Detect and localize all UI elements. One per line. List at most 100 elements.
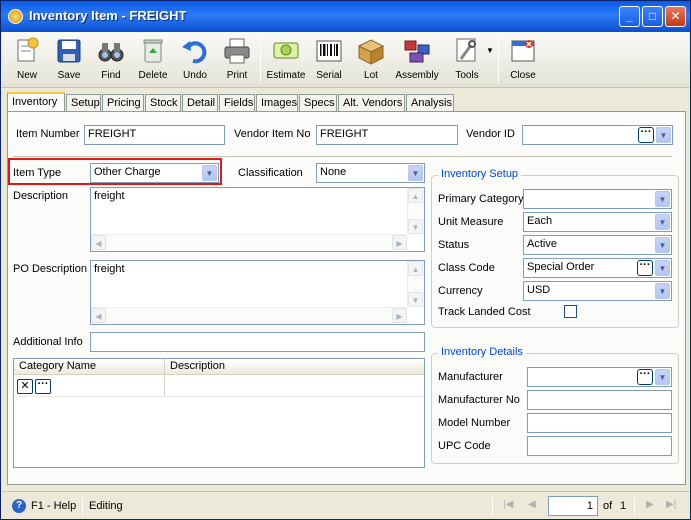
barcode-icon: [316, 40, 342, 62]
primary-category-label: Primary Category: [438, 193, 524, 205]
delete-button[interactable]: Delete: [132, 34, 174, 86]
po-description-vscroll[interactable]: ▲ ▼: [407, 261, 424, 307]
manufacturer-label: Manufacturer: [438, 371, 503, 383]
close-window-button[interactable]: ✕: [665, 6, 686, 27]
divider: [13, 156, 672, 157]
tools-button[interactable]: Tools: [446, 34, 488, 86]
vendor-id-lookup-button[interactable]: ···: [638, 127, 654, 143]
assembly-button[interactable]: Assembly: [394, 34, 440, 86]
tab-fields[interactable]: Fields: [219, 94, 255, 112]
undo-button[interactable]: Undo: [174, 34, 216, 86]
chevron-down-icon[interactable]: ▼: [202, 165, 217, 181]
currency-label: Currency: [438, 285, 483, 297]
previous-record-icon[interactable]: ◀: [528, 499, 536, 510]
scroll-down-icon[interactable]: ▼: [408, 219, 423, 234]
print-button[interactable]: Print: [216, 34, 258, 86]
category-grid[interactable]: Category Name Description ✕ ···: [13, 358, 425, 468]
status-bar: ? F1 - Help Editing |◀ ◀ 1 of 1 ▶ ▶|: [2, 491, 689, 519]
model-number-input[interactable]: [527, 413, 672, 433]
title-bar[interactable]: Inventory Item - FREIGHT _ □ ✕: [1, 1, 690, 32]
tab-pricing[interactable]: Pricing: [102, 94, 144, 112]
track-landed-cost-checkbox[interactable]: [564, 305, 577, 318]
scroll-up-icon[interactable]: ▲: [408, 261, 423, 276]
first-record-icon[interactable]: |◀: [503, 499, 513, 510]
description-textarea[interactable]: freight ▲ ▼ ◀ ▶: [90, 187, 425, 252]
chevron-down-icon[interactable]: ▼: [655, 214, 670, 230]
upc-code-input[interactable]: [527, 436, 672, 456]
scroll-down-icon[interactable]: ▼: [408, 292, 423, 307]
class-code-lookup-button[interactable]: ···: [637, 260, 653, 276]
po-description-textarea[interactable]: freight ▲ ▼ ◀ ▶: [90, 260, 425, 325]
item-number-label: Item Number: [16, 128, 80, 140]
status-select[interactable]: Active ▼: [523, 235, 672, 255]
delete-row-button[interactable]: ✕: [17, 379, 33, 394]
tab-setup[interactable]: Setup: [66, 94, 101, 112]
inventory-details-title: Inventory Details: [438, 346, 526, 358]
scroll-right-icon[interactable]: ▶: [392, 308, 407, 323]
status-separator: [492, 497, 493, 515]
new-document-icon: [17, 37, 39, 62]
new-button[interactable]: New: [6, 34, 48, 86]
additional-info-input[interactable]: [90, 332, 425, 352]
chevron-down-icon[interactable]: ▼: [655, 283, 670, 299]
serial-button[interactable]: Serial: [308, 34, 350, 86]
find-button[interactable]: Find: [90, 34, 132, 86]
item-number-input[interactable]: FREIGHT: [84, 125, 225, 145]
page-number-input[interactable]: 1: [548, 496, 598, 516]
classification-select[interactable]: None ▼: [316, 163, 425, 183]
chevron-down-icon[interactable]: ▼: [655, 369, 670, 385]
additional-info-label: Additional Info: [13, 336, 83, 348]
tab-images[interactable]: Images: [256, 94, 298, 112]
box-icon: [357, 39, 385, 65]
chevron-down-icon[interactable]: ▼: [655, 191, 670, 207]
category-lookup-button[interactable]: ···: [35, 379, 51, 394]
chevron-down-icon[interactable]: ▼: [656, 127, 671, 143]
tab-alt-vendors[interactable]: Alt. Vendors: [338, 94, 405, 112]
manufacturer-combo[interactable]: ··· ▼: [527, 367, 672, 387]
help-icon[interactable]: ?: [12, 499, 26, 513]
description-vscroll[interactable]: ▲ ▼: [407, 188, 424, 234]
table-row[interactable]: ✕ ···: [14, 376, 424, 397]
status-separator: [82, 497, 83, 515]
upc-code-label: UPC Code: [438, 440, 491, 452]
last-record-icon[interactable]: ▶|: [666, 499, 676, 510]
tab-specs[interactable]: Specs: [299, 94, 337, 112]
item-type-select[interactable]: Other Charge ▼: [90, 163, 219, 183]
currency-select[interactable]: USD ▼: [523, 281, 672, 301]
unit-measure-select[interactable]: Each ▼: [523, 212, 672, 232]
save-button[interactable]: Save: [48, 34, 90, 86]
model-number-label: Model Number: [438, 417, 511, 429]
scroll-left-icon[interactable]: ◀: [91, 235, 106, 250]
column-header-category-name[interactable]: Category Name: [19, 360, 96, 372]
manufacturer-lookup-button[interactable]: ···: [637, 369, 653, 385]
scroll-left-icon[interactable]: ◀: [91, 308, 106, 323]
chevron-down-icon[interactable]: ▼: [655, 260, 670, 276]
class-code-combo[interactable]: Special Order ··· ▼: [523, 258, 672, 278]
vendor-item-no-input[interactable]: FREIGHT: [316, 125, 458, 145]
chevron-down-icon[interactable]: ▼: [408, 165, 423, 181]
next-record-icon[interactable]: ▶: [646, 499, 654, 510]
estimate-button[interactable]: Estimate: [265, 34, 307, 86]
tools-dropdown-arrow[interactable]: ▼: [486, 46, 494, 55]
tab-analysis[interactable]: Analysis: [406, 94, 454, 112]
vendor-id-combo[interactable]: ··· ▼: [522, 125, 673, 145]
primary-category-select[interactable]: ▼: [523, 189, 672, 209]
tab-detail[interactable]: Detail: [182, 94, 218, 112]
tab-inventory[interactable]: Inventory: [7, 92, 65, 113]
description-label: Description: [13, 190, 69, 202]
lot-button[interactable]: Lot: [350, 34, 392, 86]
tab-stock[interactable]: Stock: [145, 94, 181, 112]
of-label: of: [603, 500, 613, 512]
column-header-description[interactable]: Description: [170, 360, 225, 372]
chevron-down-icon[interactable]: ▼: [655, 237, 670, 253]
minimize-button[interactable]: _: [619, 6, 640, 27]
manufacturer-no-input[interactable]: [527, 390, 672, 410]
window-title: Inventory Item - FREIGHT: [29, 8, 187, 23]
scroll-right-icon[interactable]: ▶: [392, 235, 407, 250]
maximize-button[interactable]: □: [642, 6, 663, 27]
scroll-up-icon[interactable]: ▲: [408, 188, 423, 203]
description-hscroll[interactable]: ◀ ▶: [91, 234, 407, 251]
po-description-hscroll[interactable]: ◀ ▶: [91, 307, 407, 324]
close-button[interactable]: Close: [502, 34, 544, 86]
help-hint[interactable]: F1 - Help: [31, 500, 76, 512]
